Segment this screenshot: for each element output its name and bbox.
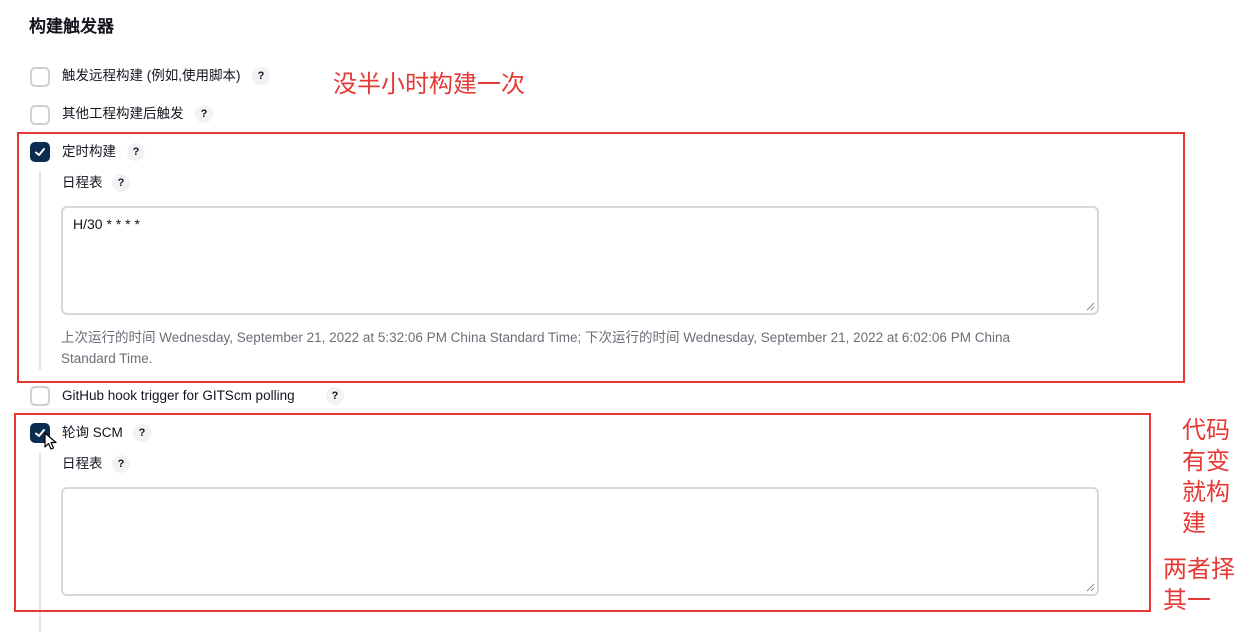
choose-one-annotation: 两者择 其一 (1163, 556, 1235, 614)
remote-trigger-help-icon[interactable]: ? (252, 67, 270, 85)
remote-trigger-label[interactable]: 触发远程构建 (例如,使用脚本) (62, 67, 241, 85)
scm-polling-highlight-box (14, 413, 1151, 612)
upstream-trigger-label[interactable]: 其他工程构建后触发 (62, 105, 184, 123)
upstream-trigger-checkbox[interactable] (30, 105, 50, 125)
github-hook-help-icon[interactable]: ? (326, 387, 344, 405)
upstream-trigger-help-icon[interactable]: ? (195, 105, 213, 123)
github-hook-label[interactable]: GitHub hook trigger for GITScm polling (62, 387, 295, 405)
section-title: 构建触发器 (29, 17, 114, 36)
remote-trigger-checkbox[interactable] (30, 67, 50, 87)
half-hour-annotation: 没半小时构建一次 (333, 71, 525, 98)
timed-build-highlight-box (17, 132, 1185, 383)
github-hook-checkbox[interactable] (30, 386, 50, 406)
code-change-annotation: 代码 有变 就构 建 (1182, 417, 1230, 537)
